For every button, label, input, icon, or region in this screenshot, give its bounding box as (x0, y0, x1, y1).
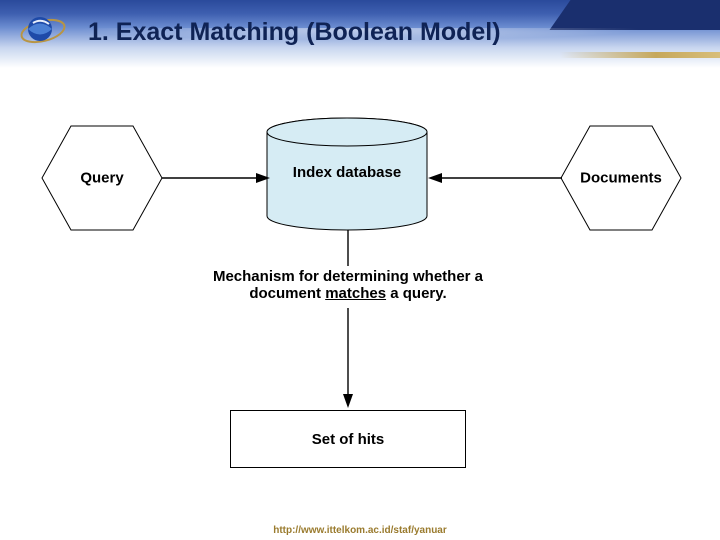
set-of-hits-node: Set of hits (230, 410, 466, 468)
set-of-hits-label: Set of hits (312, 431, 385, 448)
mechanism-line1: Mechanism for determining whether a (213, 268, 483, 285)
documents-label: Documents (580, 170, 662, 187)
mechanism-matches-word: matches (325, 285, 386, 302)
arrow-query-to-index (162, 170, 270, 186)
documents-node: Documents (559, 124, 683, 232)
mechanism-text: Mechanism for determining whether a docu… (188, 268, 508, 302)
arrow-documents-to-index (428, 170, 562, 186)
header-overlay-shape (549, 0, 720, 30)
mechanism-line2-pre: document (249, 285, 325, 302)
logo-icon (18, 12, 68, 50)
page-title: 1. Exact Matching (Boolean Model) (88, 18, 501, 47)
query-node: Query (40, 124, 164, 232)
header-gold-accent (560, 52, 720, 58)
diagram-canvas: Query Documents Index database Mechanism… (0, 68, 720, 540)
index-database-label: Index database (293, 164, 401, 181)
line-index-to-mechanism (340, 230, 356, 266)
arrow-mechanism-to-hits (340, 308, 356, 408)
footer-url: http://www.ittelkom.ac.id/staf/yanuar (0, 525, 720, 536)
query-label: Query (80, 170, 123, 187)
index-database-node: Index database (265, 116, 429, 232)
mechanism-line2-post: a query. (386, 285, 447, 302)
